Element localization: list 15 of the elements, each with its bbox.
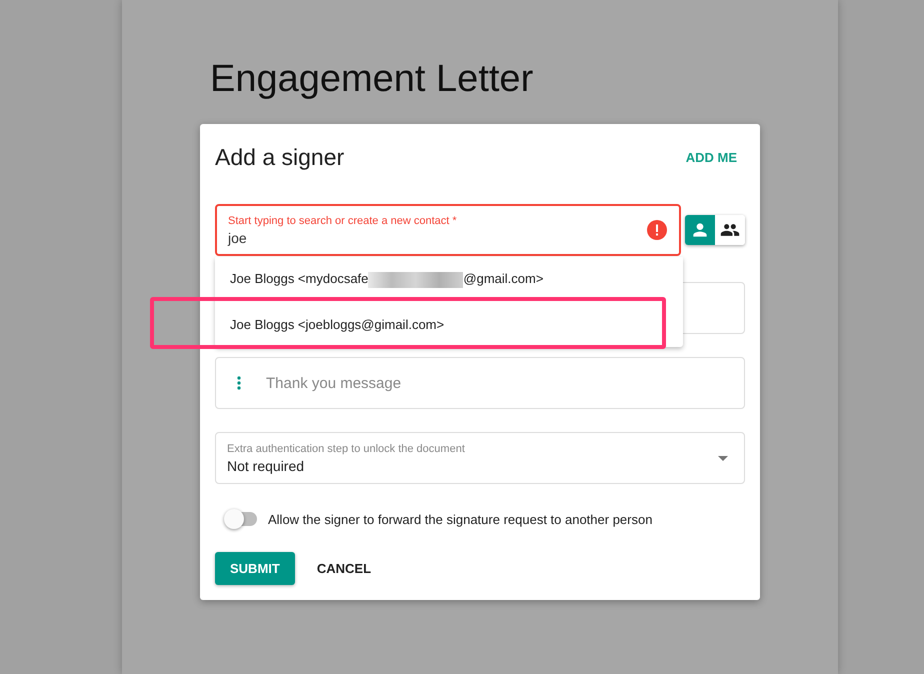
forward-label: Allow the signer to forward the signature request to another person <box>268 512 652 526</box>
select-value: Not required <box>227 458 306 474</box>
placeholder-text: Thank you message <box>266 374 402 392</box>
select-label: Extra authentication step to unlock the document <box>227 442 465 454</box>
suggestion-item[interactable]: Joe Bloggs <mydocsafe @gmail.com> <box>230 271 544 288</box>
authentication-select[interactable]: Extra authentication step to unlock the document Not required <box>215 432 745 484</box>
field-label: Start typing to search or create a new contact * <box>228 215 458 227</box>
document-title: Engagement Letter <box>210 58 534 102</box>
message-field[interactable]: Thank you message <box>215 357 745 409</box>
suggestion-item[interactable]: Joe Bloggs <joebloggs@gimail.com> <box>230 317 444 332</box>
field-value: joe <box>228 230 248 246</box>
cancel-button[interactable]: CANCEL <box>308 553 380 584</box>
submit-button[interactable]: SUBMIT <box>215 552 295 585</box>
dialog-title: Add a signer <box>215 144 344 170</box>
contact-field[interactable]: Start typing to search or create a new contact * joe <box>215 204 682 256</box>
